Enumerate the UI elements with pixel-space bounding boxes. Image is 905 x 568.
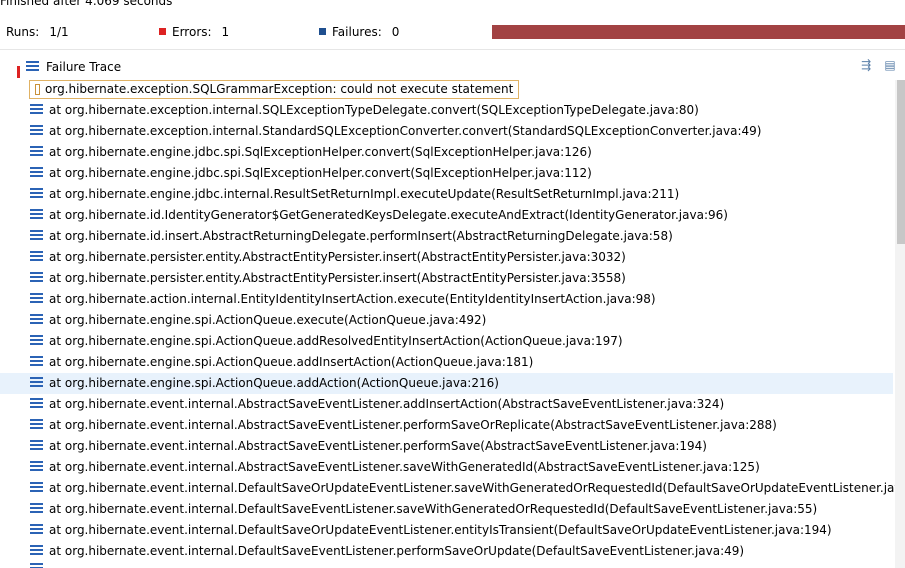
stack-frame-icon: [30, 188, 43, 199]
failure-trace-header: Failure Trace: [26, 57, 121, 77]
exception-row[interactable]: org.hibernate.exception.SQLGrammarExcept…: [0, 79, 893, 100]
stack-frame-row[interactable]: at org.hibernate.persister.entity.Abstra…: [0, 247, 893, 268]
stack-frame-text: at org.hibernate.exception.internal.SQLE…: [49, 103, 699, 117]
stack-frame-row[interactable]: at org.hibernate.event.internal.DefaultS…: [0, 499, 893, 520]
stack-frame-text: at org.hibernate.event.internal.Abstract…: [49, 439, 707, 453]
stack-frame-row[interactable]: at org.hibernate.engine.jdbc.internal.Re…: [0, 184, 893, 205]
stack-frame-text: at org.hibernate.engine.jdbc.spi.SqlExce…: [49, 145, 592, 159]
stack-frame-row[interactable]: at org.hibernate.exception.internal.SQLE…: [0, 100, 893, 121]
failures-value: 0: [391, 25, 400, 39]
stack-frame-row[interactable]: at org.hibernate.event.internal.Abstract…: [0, 457, 893, 478]
stack-frame-icon: [30, 167, 43, 178]
stack-frame-row[interactable]: at org.hibernate.event.internal.Abstract…: [0, 436, 893, 457]
stack-frame-row[interactable]: at org.hibernate.engine.spi.ActionQueue.…: [0, 310, 893, 331]
errors-stat: Errors: 1: [159, 22, 229, 42]
stack-frame-icon: [30, 293, 43, 304]
stack-frame-text: at org.hibernate.persister.entity.Abstra…: [49, 250, 626, 264]
stack-frame-icon: [30, 440, 43, 451]
scrollbar-thumb[interactable]: [897, 80, 905, 244]
stack-frame-text: at org.hibernate.event.internal.Abstract…: [49, 397, 725, 411]
errors-value: 1: [221, 25, 230, 39]
stack-frame-row[interactable]: at org.hibernate.engine.spi.ActionQueue.…: [0, 331, 893, 352]
divider: [0, 49, 905, 50]
stack-frame-icon: [30, 125, 43, 136]
stack-frame-row[interactable]: at org.hibernate.action.internal.EntityI…: [0, 289, 893, 310]
stack-frame-icon: [30, 398, 43, 409]
stack-frame-icon: [30, 356, 43, 367]
stack-frame-text: at org.hibernate.engine.spi.ActionQueue.…: [49, 376, 499, 390]
stack-frame-text: at org.hibernate.event.internal.DefaultS…: [49, 523, 832, 537]
stack-frame-icon: [30, 377, 43, 388]
stack-frame-row[interactable]: at org.hibernate.exception.internal.Stan…: [0, 121, 893, 142]
stack-frame-icon: [30, 209, 43, 220]
stack-frame-text: at org.hibernate.event.internal.DefaultS…: [49, 502, 818, 516]
stack-frame-icon: [30, 230, 43, 241]
errors-label: Errors:: [172, 25, 212, 39]
runs-label: Runs:: [6, 25, 40, 39]
stack-frame-row[interactable]: at org.hibernate.engine.spi.ActionQueue.…: [0, 352, 893, 373]
stack-frame-icon: [30, 461, 43, 472]
stack-frame-icon: [30, 545, 43, 556]
stack-frame-row[interactable]: at org.hibernate.event.internal.Abstract…: [0, 394, 893, 415]
error-marker: [17, 66, 20, 78]
vertical-scrollbar[interactable]: [895, 80, 905, 568]
stack-frame-row[interactable]: at org.hibernate.event.internal.DefaultS…: [0, 478, 905, 499]
stack-frame-icon: [30, 314, 43, 325]
stack-frame-icon: [30, 335, 43, 346]
stack-frame-text: at org.hibernate.engine.spi.ActionQueue.…: [49, 355, 534, 369]
failure-trace-title: Failure Trace: [46, 60, 122, 74]
stack-frame-icon: [30, 503, 43, 514]
stack-frame-text: at org.hibernate.id.IdentityGenerator$Ge…: [49, 208, 728, 222]
stack-frame-row[interactable]: at org.hibernate.engine.jdbc.spi.SqlExce…: [0, 163, 893, 184]
trace-toolbar: ⇶ ▤: [853, 58, 897, 72]
stack-frame-icon: [30, 524, 43, 535]
stack-frame-icon: [30, 251, 43, 262]
filter-stack-icon[interactable]: ⇶: [859, 58, 873, 72]
stack-frame-row[interactable]: at org.hibernate.event.internal.DefaultS…: [0, 520, 893, 541]
stack-frame-text: at org.hibernate.exception.internal.Stan…: [49, 124, 762, 138]
stack-frame-icon: [30, 419, 43, 430]
stack-frame-row[interactable]: at org.hibernate.persister.entity.Abstra…: [0, 268, 893, 289]
stack-frame-text: at org.hibernate.action.internal.EntityI…: [49, 292, 656, 306]
stack-frame-text: at org.hibernate.engine.jdbc.spi.SqlExce…: [49, 166, 592, 180]
stack-frame-icon: [30, 272, 43, 283]
stack-frame-text: at org.hibernate.event.internal.DefaultS…: [49, 481, 905, 495]
stack-trace-icon: [26, 61, 39, 72]
stack-frame-text: at org.hibernate.id.insert.AbstractRetur…: [49, 229, 673, 243]
stack-frame-row[interactable]: at org.hibernate.engine.spi.ActionQueue.…: [0, 373, 893, 394]
exception-text: org.hibernate.exception.SQLGrammarExcept…: [45, 82, 514, 96]
partial-row-icon: [30, 563, 43, 568]
stack-frame-row[interactable]: at org.hibernate.engine.jdbc.spi.SqlExce…: [0, 142, 893, 163]
stack-frame-text: at org.hibernate.engine.jdbc.internal.Re…: [49, 187, 680, 201]
status-text: Finished after 4.069 seconds: [0, 0, 173, 8]
error-icon: [159, 28, 166, 35]
test-progress-bar: [492, 25, 905, 39]
stack-frame-row[interactable]: at org.hibernate.id.insert.AbstractRetur…: [0, 226, 893, 247]
stack-frame-icon: [30, 482, 43, 493]
stack-frame-text: at org.hibernate.event.internal.Abstract…: [49, 460, 760, 474]
failure-trace-list: org.hibernate.exception.SQLGrammarExcept…: [0, 79, 905, 562]
failure-icon: [319, 28, 326, 35]
stack-frame-row[interactable]: at org.hibernate.event.internal.Abstract…: [0, 415, 893, 436]
stack-frame-row[interactable]: at org.hibernate.id.IdentityGenerator$Ge…: [0, 205, 893, 226]
stack-frame-text: at org.hibernate.event.internal.DefaultS…: [49, 544, 745, 558]
stack-frame-icon: [30, 146, 43, 157]
runs-stat: Runs: 1/1: [6, 22, 69, 42]
stack-frame-text: at org.hibernate.event.internal.Abstract…: [49, 418, 777, 432]
compare-result-icon[interactable]: ▤: [883, 58, 897, 72]
stack-frame-row[interactable]: at org.hibernate.event.internal.DefaultS…: [0, 541, 893, 562]
stack-frame-icon: [30, 104, 43, 115]
runs-value: 1/1: [49, 25, 69, 39]
failures-label: Failures:: [332, 25, 382, 39]
stack-frame-text: at org.hibernate.engine.spi.ActionQueue.…: [49, 334, 623, 348]
failures-stat: Failures: 0: [319, 22, 399, 42]
stack-frame-text: at org.hibernate.engine.spi.ActionQueue.…: [49, 313, 487, 327]
stack-frame-text: at org.hibernate.persister.entity.Abstra…: [49, 271, 626, 285]
